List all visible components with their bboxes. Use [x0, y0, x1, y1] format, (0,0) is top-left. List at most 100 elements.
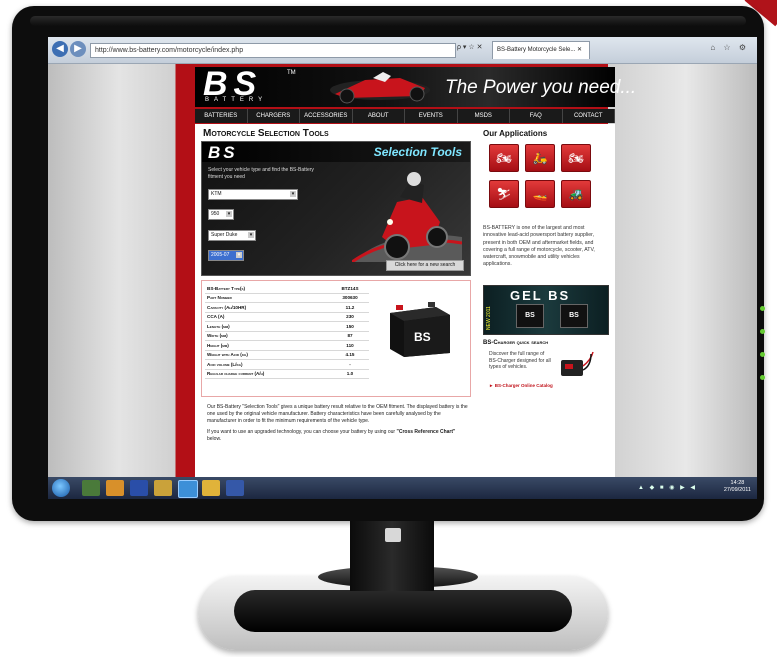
description-text: If you want to use an upgraded technolog…: [207, 429, 396, 435]
new-search-button[interactable]: Click here for a new search: [386, 260, 464, 271]
chevron-down-icon: ▾: [236, 252, 242, 258]
watercraft-icon[interactable]: 🚤: [525, 180, 555, 208]
chevron-down-icon: ▾: [248, 232, 254, 238]
nav-item-events[interactable]: Events: [405, 109, 458, 123]
bezel-gloss: [30, 16, 746, 26]
clock-time: 14:28: [730, 480, 745, 486]
gel-side-label: NEW 2011: [486, 306, 492, 330]
spec-value: -: [331, 359, 369, 370]
table-row: Part Number 300630: [205, 293, 369, 303]
model-value: Super Duke: [211, 232, 238, 238]
make-select[interactable]: KTM ▾: [208, 189, 298, 200]
address-bar[interactable]: http://www.bs-battery.com/motorcycle/ind…: [90, 43, 456, 58]
cross-reference-link[interactable]: "Cross Reference Chart": [396, 429, 455, 435]
spec-value: 150: [331, 321, 369, 332]
spec-label: Height (mm): [205, 340, 331, 351]
spec-value: 230: [331, 312, 369, 322]
charger-image[interactable]: [557, 350, 595, 378]
description-paragraph: If you want to use an upgraded technolog…: [207, 429, 469, 443]
make-value: KTM: [211, 191, 222, 197]
table-row: BS-Battery Type(s) BTZ14S: [205, 284, 369, 294]
browser-toolbar: ◀ ▶ http://www.bs-battery.com/motorcycle…: [48, 37, 757, 64]
taskbar-folder-icon[interactable]: [202, 480, 220, 496]
forward-button[interactable]: ▶: [70, 41, 86, 57]
start-button[interactable]: [52, 479, 70, 497]
spec-value: BTZ14S: [331, 284, 369, 294]
snowmobile-icon[interactable]: ⛷: [489, 180, 519, 208]
nav-item-contact[interactable]: Contact: [563, 109, 615, 123]
chevron-down-icon: ▾: [226, 211, 232, 217]
charger-catalog-link[interactable]: ► BS-Charger Online Catalog: [489, 383, 553, 388]
spec-label: Capacity (Ah/10HR): [205, 302, 331, 313]
selection-tools-panel: BS Selection Tools Select your vehicle t…: [201, 141, 471, 276]
address-bar-tools[interactable]: ρ ▾ ☆ ✕: [457, 43, 482, 51]
scooter-icon[interactable]: 🛵: [525, 144, 555, 172]
taskbar-clock[interactable]: 14:28 27/09/2011: [724, 480, 751, 494]
atv-icon[interactable]: 🏍: [561, 144, 591, 172]
chevron-down-icon: ▾: [290, 191, 296, 197]
main-nav: Batteries Chargers Accessories About Eve…: [195, 109, 615, 123]
selection-tools-header: BS Selection Tools: [202, 142, 470, 162]
gel-battery-banner[interactable]: NEW 2011 GEL BS BS BS: [483, 285, 609, 335]
description-paragraph: Our BS-Battery "Selection Tools" gives a…: [207, 404, 468, 424]
nav-item-chargers[interactable]: Chargers: [248, 109, 300, 123]
header-tagline: The Power you need...: [445, 77, 637, 98]
taskbar-app-icon[interactable]: [130, 480, 148, 496]
cc-value: 950: [211, 211, 220, 217]
monitor-bezel: ◀ ▶ http://www.bs-battery.com/motorcycle…: [12, 6, 766, 521]
battery-product-image[interactable]: BS: [384, 299, 454, 357]
table-row: Width (mm) 87: [205, 331, 369, 341]
table-row: Length (mm) 150: [205, 321, 369, 332]
spec-value: 1.0: [331, 369, 369, 379]
applications-title: Our Applications: [483, 129, 548, 138]
table-row: Regular charge current (A/h) 1.0: [205, 369, 369, 379]
taskbar: ▲ ◆ ■ ◉ ▶ ◀ 14:28 27/09/2011: [48, 477, 757, 499]
nav-item-faq[interactable]: FAQ: [510, 109, 563, 123]
table-row: Height (mm) 110: [205, 340, 369, 351]
year-value: 2005-07: [211, 252, 230, 258]
selection-instructions: Select your vehicle type and find the BS…: [208, 167, 314, 180]
spec-value: 300630: [331, 293, 369, 303]
table-row: Acid volume (L/kg) -: [205, 359, 369, 370]
taskbar-app-icon[interactable]: [154, 480, 172, 496]
tab-close-icon[interactable]: ✕: [577, 47, 582, 53]
site-header: BS TM BATTERY The Power you need...: [195, 67, 636, 107]
toolbar-icons[interactable]: ⌂ ☆ ⚙: [710, 43, 749, 52]
taskbar-browser-icon[interactable]: [178, 480, 198, 498]
hero-motorcycle-image: [330, 72, 430, 104]
taskbar-app-icon[interactable]: [226, 480, 244, 496]
logo-subtitle: BATTERY: [205, 97, 268, 103]
model-select[interactable]: Super Duke ▾: [208, 230, 256, 241]
spec-value: 11.2: [331, 302, 369, 313]
system-tray[interactable]: ▲ ◆ ■ ◉ ▶ ◀: [638, 484, 697, 491]
panel-title: Selection Tools: [373, 145, 462, 159]
monitor-leds: [760, 306, 766, 398]
taskbar-app-icon[interactable]: [106, 480, 124, 496]
gel-battery-image: BS: [516, 304, 544, 328]
rider-motorcycle-image: [352, 172, 462, 262]
nav-item-accessories[interactable]: Accessories: [300, 109, 353, 123]
battery-spec-table: BS-Battery Type(s) BTZ14S Part Number 3006…: [205, 284, 369, 379]
gel-battery-image: BS: [560, 304, 588, 328]
spec-label: Regular charge current (A/h): [205, 369, 331, 379]
table-row: Weight with Acid (kg) 4.15: [205, 350, 369, 360]
year-select[interactable]: 2005-07 ▾: [208, 250, 244, 261]
tools-description: Our BS-Battery "Selection Tools" gives a…: [207, 404, 469, 447]
motorcycle-icon[interactable]: 🏍: [489, 144, 519, 172]
trademark: TM: [287, 70, 296, 76]
taskbar-app-icon[interactable]: [82, 480, 100, 496]
about-text: BS-BATTERY is one of the largest and mos…: [483, 225, 595, 268]
cc-select[interactable]: 950 ▾: [208, 209, 234, 220]
nav-item-about[interactable]: About: [353, 109, 405, 123]
utility-vehicle-icon[interactable]: 🚜: [561, 180, 591, 208]
bs-logo[interactable]: BS: [203, 67, 262, 101]
back-button[interactable]: ◀: [52, 41, 68, 57]
charger-title: BS-Charger quick search: [483, 340, 549, 346]
nav-item-batteries[interactable]: Batteries: [195, 109, 248, 123]
battery-brand-label: BS: [414, 330, 431, 344]
nav-item-msds[interactable]: MSDS: [458, 109, 510, 123]
clock-date: 27/09/2011: [723, 487, 751, 493]
monitor-neck-slot: [385, 528, 401, 542]
spec-value: 87: [331, 331, 369, 341]
browser-tab[interactable]: BS-Battery Motorcycle Sele... ✕: [492, 41, 590, 59]
